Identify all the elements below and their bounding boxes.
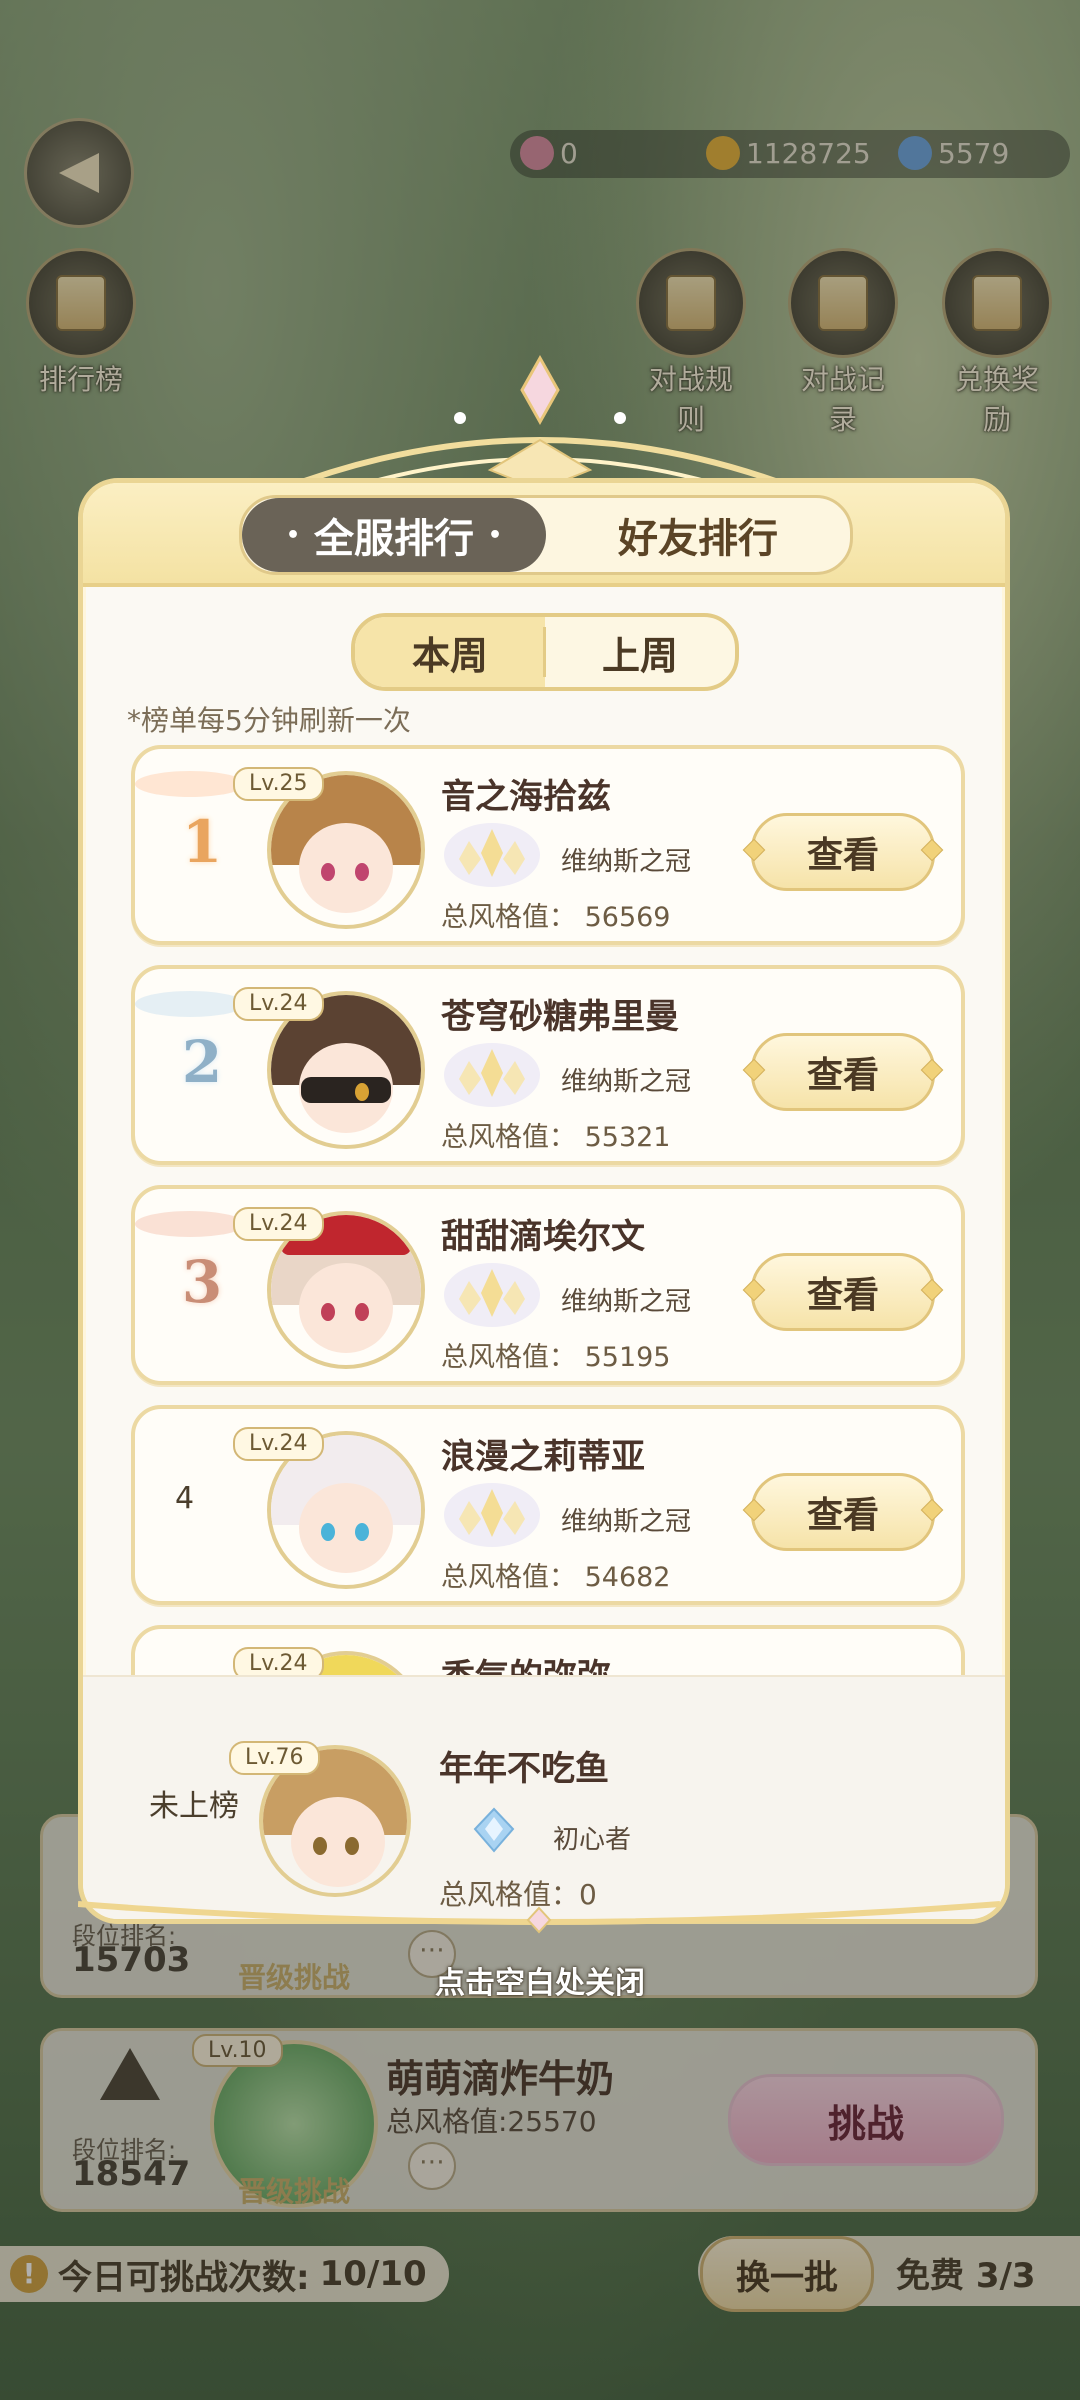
modal-bottom-ornament [78, 1901, 1000, 1934]
avatar-eye [321, 1303, 335, 1321]
player-score: 总风格值： 55321 [441, 1115, 671, 1154]
week-tabs: 本周 上周 [351, 613, 739, 691]
ranking-list[interactable]: 1 Lv.25 音之海拾兹 维纳斯之冠 总风格值： 56569 查看 2 Lv.… [83, 745, 1005, 1675]
avatar-eye [355, 1523, 369, 1541]
player-score: 总风格值： 55195 [441, 1335, 671, 1374]
mask-icon [301, 1077, 391, 1103]
modal-header: • 全服排行 • 好友排行 [83, 483, 1005, 587]
crown-title-icon [444, 1483, 540, 1547]
player-title: 维纳斯之冠 [561, 1067, 692, 1097]
ranking-row: 3 Lv.24 甜甜滴埃尔文 维纳斯之冠 总风格值： 55195 查看 [131, 1185, 965, 1385]
avatar-eye [321, 863, 335, 881]
player-score: 总风格值： 54682 [441, 1555, 671, 1594]
crown-title-icon [444, 823, 540, 887]
view-button[interactable]: 查看 [751, 813, 935, 891]
tab-last-week[interactable]: 上周 [545, 617, 735, 687]
my-level: Lv.76 [229, 1741, 320, 1775]
rank-medal-silver: 2 [181, 1028, 223, 1096]
ranking-scope-tabs: • 全服排行 • 好友排行 [239, 495, 853, 575]
player-level: Lv.24 [233, 1207, 324, 1241]
ranking-row: Lv.24 香气的弥弥 [131, 1625, 965, 1675]
tab-friends-label: 好友排行 [618, 516, 778, 562]
avatar-eye [355, 1303, 369, 1321]
avatar-eye [355, 1083, 369, 1101]
view-button[interactable]: 查看 [751, 1473, 935, 1551]
avatar-face [299, 1263, 393, 1353]
player-name: 苍穹砂糖弗里曼 [441, 997, 679, 1037]
rank-medal-gold: 1 [181, 808, 223, 876]
player-level: Lv.24 [233, 987, 324, 1021]
avatar-eye [313, 1837, 327, 1855]
player-level: Lv.24 [233, 1427, 324, 1461]
player-name: 浪漫之莉蒂亚 [441, 1437, 645, 1477]
medal-wings-icon [135, 1211, 245, 1237]
rank-medal-bronze: 3 [181, 1248, 223, 1316]
score-label: 总风格值： [441, 1122, 576, 1153]
tab-friends[interactable]: 好友排行 [546, 498, 850, 572]
close-hint: 点击空白处关闭 [435, 1966, 645, 2001]
tab-all-server[interactable]: • 全服排行 • [242, 498, 546, 572]
player-title: 维纳斯之冠 [561, 1287, 692, 1317]
ranking-row: 1 Lv.25 音之海拾兹 维纳斯之冠 总风格值： 56569 查看 [131, 745, 965, 945]
player-name: 音之海拾兹 [441, 777, 611, 817]
ranking-row: 4 Lv.24 浪漫之莉蒂亚 维纳斯之冠 总风格值： 54682 查看 [131, 1405, 965, 1605]
tab-this-week[interactable]: 本周 [355, 617, 545, 687]
avatar-eye [355, 863, 369, 881]
my-name: 年年不吃鱼 [439, 1749, 609, 1789]
view-button[interactable]: 查看 [751, 1033, 935, 1111]
score-label: 总风格值： [441, 902, 576, 933]
score-value: 54682 [584, 1562, 671, 1593]
medal-wings-icon [135, 991, 245, 1017]
crown-title-icon [444, 1043, 540, 1107]
my-rank-status: 未上榜 [149, 1789, 239, 1824]
rank-number: 4 [175, 1481, 195, 1516]
score-label: 总风格值： [441, 1342, 576, 1373]
score-value: 55321 [584, 1122, 671, 1153]
crystal-title-icon [473, 1807, 515, 1853]
view-button[interactable]: 查看 [751, 1253, 935, 1331]
player-score: 总风格值： 56569 [441, 895, 671, 934]
score-value: 56569 [584, 902, 671, 933]
ranking-modal: • 全服排行 • 好友排行 本周 上周 *榜单每5分钟刷新一次 1 Lv.25 [78, 478, 1010, 1924]
ranking-row: 2 Lv.24 苍穹砂糖弗里曼 维纳斯之冠 总风格值： 55321 查看 [131, 965, 965, 1165]
avatar-face [299, 1483, 393, 1573]
score-value: 55195 [584, 1342, 671, 1373]
player-name: 甜甜滴埃尔文 [441, 1217, 645, 1257]
avatar-eye [345, 1837, 359, 1855]
dot-icon: • [488, 522, 503, 548]
player-level: Lv.25 [233, 767, 324, 801]
medal-wings-icon [135, 771, 245, 797]
my-title: 初心者 [553, 1825, 632, 1855]
tab-all-server-label: 全服排行 [314, 516, 474, 562]
crown-title-icon [444, 1263, 540, 1327]
my-ranking-row: 未上榜 Lv.76 年年不吃鱼 初心者 总风格值：0 [83, 1675, 1005, 1919]
refresh-note: *榜单每5分钟刷新一次 [127, 704, 411, 737]
avatar-eye [321, 1523, 335, 1541]
player-level: Lv.24 [233, 1647, 324, 1675]
player-title: 维纳斯之冠 [561, 1507, 692, 1537]
player-name: 香气的弥弥 [441, 1649, 611, 1675]
player-title: 维纳斯之冠 [561, 847, 692, 877]
avatar-face [299, 823, 393, 913]
dot-icon: • [285, 522, 300, 548]
avatar-face [291, 1797, 385, 1887]
score-label: 总风格值： [441, 1562, 576, 1593]
